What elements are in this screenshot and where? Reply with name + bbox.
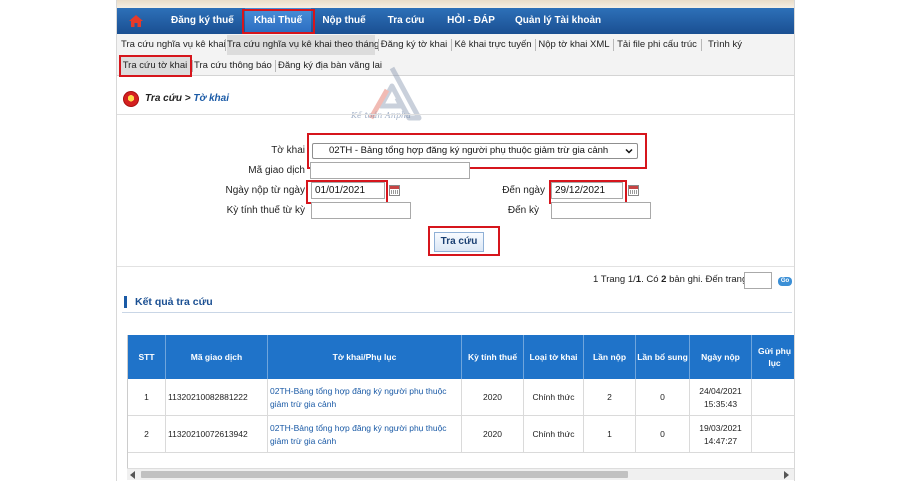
column-header[interactable]: Gửi phụ lục	[752, 335, 794, 379]
results-table: STT Mã giao dịch Tờ khai/Phụ lục Kỳ tính…	[127, 335, 794, 468]
nav-dang-ky-thue[interactable]: Đăng ký thuế	[171, 8, 234, 34]
cell-ngay-nop: 19/03/2021 14:47:27	[690, 416, 752, 453]
column-header[interactable]: Lần nộp	[584, 335, 636, 379]
results-title: Kết quả tra cứu	[135, 296, 213, 308]
highlight-den-ngay	[549, 180, 627, 204]
highlight-khai-thue	[242, 9, 315, 34]
to-khai-label: Tờ khai	[271, 145, 305, 156]
tab-separator	[613, 39, 614, 51]
cell-loai-to-khai: Chính thức	[524, 379, 584, 416]
tab-tra-cuu-nghia-vu-ke-khai[interactable]: Tra cứu nghĩa vụ kê khai	[121, 35, 226, 55]
table-row: 1 11320210082881222 02TH-Bảng tổng hợp đ…	[128, 379, 794, 416]
home-icon[interactable]	[129, 15, 143, 27]
page-frame: Đăng ký thuế Khai Thuế Nộp thuế Tra cứu …	[116, 0, 795, 481]
table-header: STT Mã giao dịch Tờ khai/Phụ lục Kỳ tính…	[128, 335, 794, 379]
cell-to-khai: 02TH-Bảng tổng hợp đăng ký người phụ thu…	[268, 416, 462, 453]
divider	[117, 114, 794, 115]
cell-stt: 2	[128, 416, 166, 453]
cell-lan-bo-sung: 0	[636, 379, 690, 416]
nav-quan-ly-tai-khoan[interactable]: Quản lý Tài khoản	[515, 8, 601, 34]
cell-lan-nop: 1	[584, 416, 636, 453]
title-marker	[124, 296, 127, 308]
column-header[interactable]: Ngày nộp	[690, 335, 752, 379]
highlight-search-button	[428, 226, 500, 256]
tab-dang-ky-to-khai[interactable]: Đăng ký tờ khai	[380, 35, 448, 55]
page-number-input[interactable]	[744, 272, 772, 289]
den-ky-label: Đến kỳ	[507, 205, 539, 216]
highlight-ngay-nop-tu	[306, 180, 388, 204]
sub-nav: Tra cứu nghĩa vụ kê khai Tra cứu nghĩa v…	[117, 34, 794, 76]
tab-separator	[225, 39, 226, 51]
tab-trinh-ky[interactable]: Trình ký	[704, 35, 746, 55]
results-header: Kết quả tra cứu	[122, 293, 792, 313]
breadcrumb-current: Tờ khai	[193, 93, 229, 104]
pager-text: 1 Trang 1/1. Có 2 bản ghi. Đến trang	[593, 274, 748, 285]
scroll-left-arrow-icon[interactable]	[130, 471, 135, 479]
highlight-tra-cuu-to-khai	[119, 55, 192, 77]
ky-tinh-thue-input[interactable]	[311, 202, 411, 219]
tab-separator	[451, 39, 452, 51]
cell-gui-phu-luc	[752, 416, 794, 453]
nav-tra-cuu[interactable]: Tra cứu	[383, 8, 429, 34]
banner-strip	[117, 0, 794, 8]
tab-ke-khai-truc-tuyen[interactable]: Kê khai trực tuyến	[454, 35, 532, 55]
calendar-icon[interactable]	[628, 185, 639, 196]
cell-ma-giao-dich: 11320210082881222	[166, 379, 268, 416]
cell-ky-tinh-thue: 2020	[462, 416, 524, 453]
cell-ky-tinh-thue: 2020	[462, 379, 524, 416]
breadcrumb-root[interactable]: Tra cứu	[145, 93, 182, 104]
calendar-icon[interactable]	[389, 185, 400, 196]
column-header[interactable]: Kỳ tính thuế	[462, 335, 524, 379]
ma-giao-dich-label: Mã giao dịch	[248, 165, 305, 176]
ma-giao-dich-input[interactable]	[310, 162, 470, 179]
tab-tai-file-phi-cau-truc[interactable]: Tải file phi cấu trúc	[616, 35, 698, 55]
tab-separator	[192, 60, 193, 72]
ky-tinh-thue-label: Kỳ tính thuế từ kỳ	[226, 205, 305, 216]
column-header[interactable]: STT	[128, 335, 166, 379]
table-row: 2 11320210072613942 02TH-Bảng tổng hợp đ…	[128, 416, 794, 453]
horizontal-scrollbar[interactable]	[127, 468, 794, 480]
column-header[interactable]: Loại tờ khai	[524, 335, 584, 379]
tab-separator	[701, 39, 702, 51]
cell-to-khai: 02TH-Bảng tổng hợp đăng ký người phụ thu…	[268, 379, 462, 416]
ngay-nop-tu-label: Ngày nộp từ ngày	[225, 185, 305, 196]
nav-hoi-dap[interactable]: HỎI - ĐÁP	[443, 8, 499, 34]
cell-stt: 1	[128, 379, 166, 416]
national-emblem-icon	[123, 91, 139, 107]
column-header[interactable]: Lần bổ sung	[636, 335, 690, 379]
nav-nop-thue[interactable]: Nộp thuế	[317, 8, 371, 34]
go-button[interactable]: Go	[778, 277, 792, 286]
cell-loai-to-khai: Chính thức	[524, 416, 584, 453]
tab-separator	[275, 60, 276, 72]
divider	[117, 266, 794, 267]
cell-lan-nop: 2	[584, 379, 636, 416]
cell-lan-bo-sung: 0	[636, 416, 690, 453]
scroll-right-arrow-icon[interactable]	[784, 471, 789, 479]
tab-separator	[535, 39, 536, 51]
tab-tra-cuu-thong-bao[interactable]: Tra cứu thông báo	[194, 56, 272, 76]
breadcrumb-separator: >	[184, 93, 191, 104]
main-nav: Đăng ký thuế Khai Thuế Nộp thuế Tra cứu …	[117, 8, 794, 34]
scrollbar-thumb[interactable]	[141, 471, 628, 478]
tab-nop-to-khai-xml[interactable]: Nộp tờ khai XML	[538, 35, 610, 55]
column-header[interactable]: Tờ khai/Phụ lục	[268, 335, 462, 379]
cell-ma-giao-dich: 11320210072613942	[166, 416, 268, 453]
tab-tra-cuu-theo-thang[interactable]: Tra cứu nghĩa vụ kê khai theo tháng	[227, 35, 379, 55]
column-header[interactable]: Mã giao dịch	[166, 335, 268, 379]
to-khai-link[interactable]: 02TH-Bảng tổng hợp đăng ký người phụ thu…	[270, 422, 461, 448]
den-ngay-label: Đến ngày	[502, 185, 545, 196]
den-ky-input[interactable]	[551, 202, 651, 219]
to-khai-link[interactable]: 02TH-Bảng tổng hợp đăng ký người phụ thu…	[270, 385, 461, 411]
watermark-text: Kế toán Anpha	[351, 111, 411, 120]
cell-ngay-nop: 24/04/2021 15:35:43	[690, 379, 752, 416]
tab-separator	[378, 39, 379, 51]
cell-gui-phu-luc	[752, 379, 794, 416]
